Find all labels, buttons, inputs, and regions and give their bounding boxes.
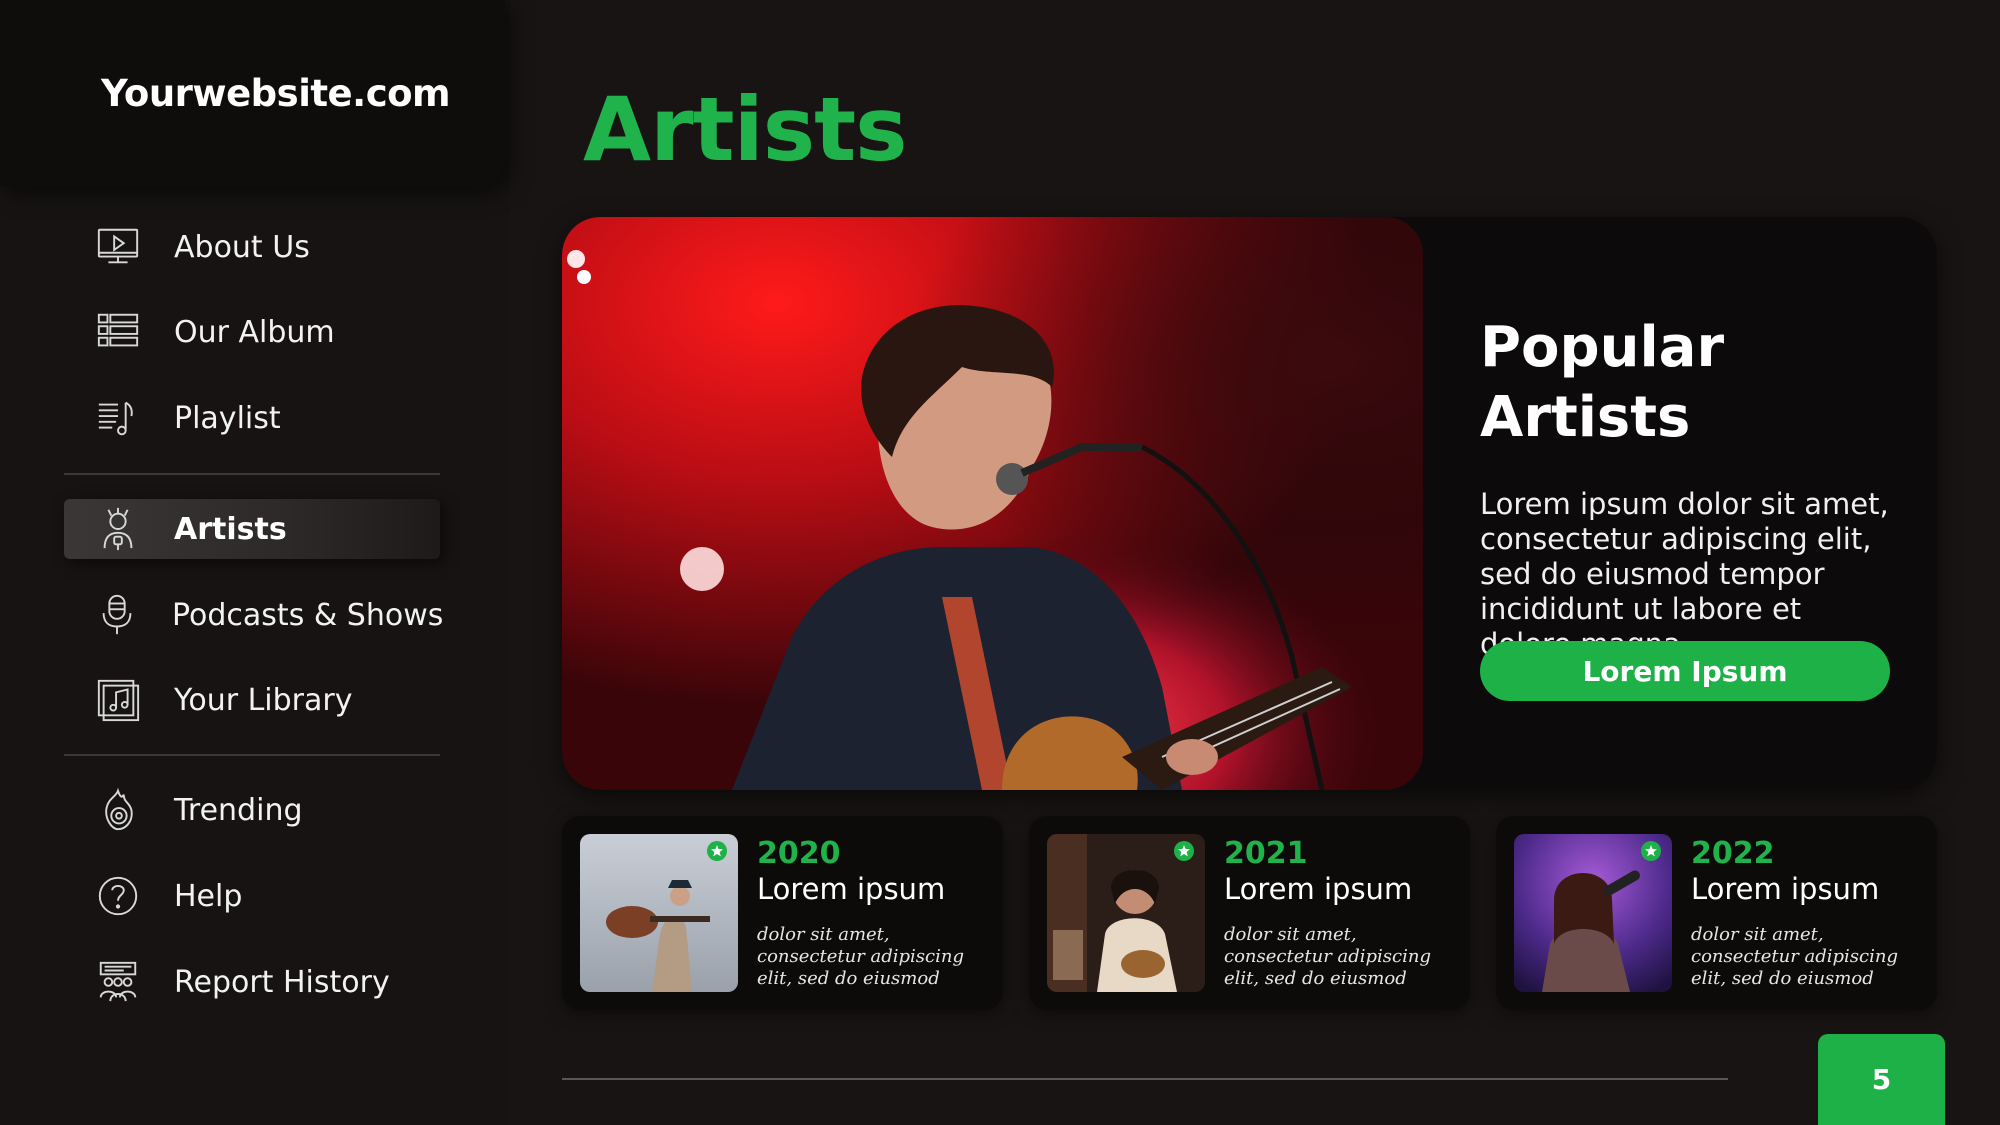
- help-circle-icon: [94, 872, 142, 920]
- sidebar-item-label: Podcasts & Shows: [172, 597, 444, 633]
- sidebar-item-podcasts-shows[interactable]: Podcasts & Shows: [64, 585, 444, 645]
- sidebar-item-trending[interactable]: Trending: [64, 780, 440, 840]
- year-card-title: Lorem ipsum: [1691, 872, 1880, 906]
- sidebar-item-label: Report History: [174, 964, 390, 1000]
- flame-record-icon: [94, 786, 142, 834]
- sidebar: Yourwebsite.com About Us Our Album Playl…: [0, 0, 510, 1125]
- sidebar-item-your-library[interactable]: Your Library: [64, 670, 440, 730]
- year-card-title: Lorem ipsum: [1224, 872, 1413, 906]
- microphone-icon: [94, 591, 140, 639]
- year-card-description: dolor sit amet, consectetur adipiscing e…: [757, 924, 964, 989]
- sidebar-item-label: Artists: [174, 511, 287, 547]
- hero-description: Lorem ipsum dolor sit amet, consectetur …: [1480, 487, 1889, 661]
- brand-header: Yourwebsite.com: [0, 0, 505, 187]
- sidebar-item-label: About Us: [174, 229, 310, 265]
- monitor-play-icon: [94, 223, 142, 271]
- sidebar-item-about-us[interactable]: About Us: [64, 217, 440, 277]
- hero-heading-line-2: Artists: [1480, 385, 1691, 450]
- year-card-title: Lorem ipsum: [757, 872, 946, 906]
- sidebar-item-help[interactable]: Help: [64, 866, 440, 926]
- year-card-2021[interactable]: 2021 Lorem ipsum dolor sit amet, consect…: [1029, 816, 1470, 1010]
- year-card-2020[interactable]: 2020 Lorem ipsum dolor sit amet, consect…: [562, 816, 1003, 1010]
- star-badge-icon: [1641, 841, 1661, 861]
- music-library-icon: [94, 676, 142, 724]
- hero-heading: Popular Artists: [1480, 313, 1900, 453]
- report-people-icon: [94, 958, 142, 1006]
- sidebar-item-label: Our Album: [174, 314, 335, 350]
- year-card-year: 2022: [1691, 836, 1775, 871]
- sidebar-divider: [64, 473, 440, 475]
- sidebar-item-label: Help: [174, 878, 243, 914]
- page-title: Artists: [583, 78, 908, 181]
- sidebar-divider: [64, 754, 440, 756]
- sidebar-item-playlist[interactable]: Playlist: [64, 388, 440, 448]
- year-card-description: dolor sit amet, consectetur adipiscing e…: [1224, 924, 1431, 989]
- artist-icon: [94, 505, 142, 553]
- popular-artists-card: Popular Artists Lorem ipsum dolor sit am…: [562, 217, 1937, 790]
- year-card-description: dolor sit amet, consectetur adipiscing e…: [1691, 924, 1898, 989]
- list-grid-icon: [94, 308, 142, 356]
- year-card-year: 2021: [1224, 836, 1308, 871]
- lorem-ipsum-button[interactable]: Lorem Ipsum: [1480, 641, 1890, 701]
- page-number: 5: [1818, 1034, 1945, 1125]
- sidebar-item-our-album[interactable]: Our Album: [64, 302, 440, 362]
- brand-logo-text[interactable]: Yourwebsite.com: [101, 72, 451, 115]
- hero-artist-photo: [562, 217, 1423, 790]
- star-badge-icon: [1174, 841, 1194, 861]
- playlist-music-icon: [94, 394, 142, 442]
- footer-divider: [562, 1078, 1728, 1080]
- sidebar-item-artists[interactable]: Artists: [64, 499, 440, 559]
- sidebar-item-label: Your Library: [174, 682, 353, 718]
- sidebar-item-report-history[interactable]: Report History: [64, 952, 440, 1012]
- year-card-year: 2020: [757, 836, 841, 871]
- year-card-2022[interactable]: 2022 Lorem ipsum dolor sit amet, consect…: [1496, 816, 1937, 1010]
- hero-heading-line-1: Popular: [1480, 315, 1725, 380]
- star-badge-icon: [707, 841, 727, 861]
- sidebar-item-label: Trending: [174, 792, 303, 828]
- hero-text-block: Popular Artists Lorem ipsum dolor sit am…: [1480, 313, 1900, 662]
- sidebar-item-label: Playlist: [174, 400, 281, 436]
